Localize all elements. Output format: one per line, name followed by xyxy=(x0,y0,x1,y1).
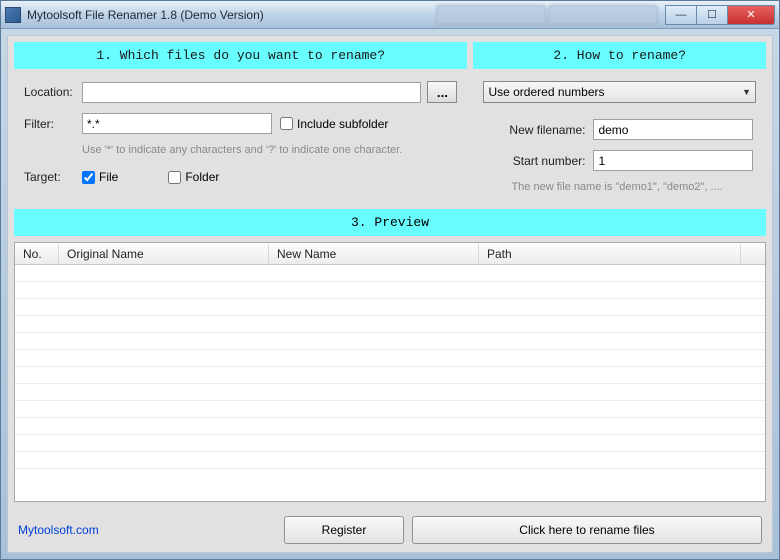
filter-hint: Use '*' to indicate any characters and '… xyxy=(82,144,457,156)
panel-how-rename: 2. How to rename? Use ordered numbers ▼ … xyxy=(473,42,766,203)
rename-button[interactable]: Click here to rename files xyxy=(412,516,762,544)
window-title: Mytoolsoft File Renamer 1.8 (Demo Versio… xyxy=(27,8,436,22)
bottom-bar: Mytoolsoft.com Register Click here to re… xyxy=(8,508,772,552)
app-window: Mytoolsoft File Renamer 1.8 (Demo Versio… xyxy=(0,0,780,560)
table-row xyxy=(15,384,765,401)
table-row xyxy=(15,435,765,452)
start-number-row: Start number: xyxy=(483,150,756,171)
rename-mode-value: Use ordered numbers xyxy=(488,85,604,99)
rename-mode-select[interactable]: Use ordered numbers ▼ xyxy=(483,81,756,103)
content-area: 1. Which files do you want to rename? Lo… xyxy=(7,35,773,553)
filter-input[interactable] xyxy=(82,113,272,134)
target-folder-group: Folder xyxy=(168,170,219,184)
panel1-title: 1. Which files do you want to rename? xyxy=(14,42,467,69)
target-file-label: File xyxy=(99,170,118,184)
new-filename-row: New filename: xyxy=(483,119,756,140)
target-folder-label: Folder xyxy=(185,170,219,184)
include-subfolder-label: Include subfolder xyxy=(297,117,388,131)
preview-grid: No. Original Name New Name Path xyxy=(14,242,766,502)
target-file-checkbox[interactable] xyxy=(82,171,95,184)
table-row xyxy=(15,452,765,469)
target-folder-checkbox[interactable] xyxy=(168,171,181,184)
location-input[interactable] xyxy=(82,82,421,103)
panel1-body: Location: ... Filter: Include subfolder … xyxy=(14,69,467,194)
panel2-title: 2. How to rename? xyxy=(473,42,766,69)
chevron-down-icon: ▼ xyxy=(742,87,751,97)
grid-header: No. Original Name New Name Path xyxy=(15,243,765,265)
target-label: Target: xyxy=(24,170,82,184)
window-controls: — ☐ ✕ xyxy=(666,5,775,25)
filter-row: Filter: Include subfolder xyxy=(24,113,457,134)
col-no[interactable]: No. xyxy=(15,244,59,264)
minimize-button[interactable]: — xyxy=(665,5,697,25)
table-row xyxy=(15,316,765,333)
location-label: Location: xyxy=(24,85,82,99)
table-row xyxy=(15,401,765,418)
panel-which-files: 1. Which files do you want to rename? Lo… xyxy=(14,42,467,203)
maximize-button[interactable]: ☐ xyxy=(696,5,728,25)
table-row xyxy=(15,265,765,282)
filter-label: Filter: xyxy=(24,117,82,131)
titlebar: Mytoolsoft File Renamer 1.8 (Demo Versio… xyxy=(1,1,779,29)
bg-tab xyxy=(548,5,658,25)
table-row xyxy=(15,282,765,299)
include-subfolder-checkbox[interactable] xyxy=(280,117,293,130)
location-row: Location: ... xyxy=(24,81,457,103)
table-row xyxy=(15,367,765,384)
target-file-group: File xyxy=(82,170,118,184)
website-link[interactable]: Mytoolsoft.com xyxy=(18,523,276,537)
col-original[interactable]: Original Name xyxy=(59,244,269,264)
register-button[interactable]: Register xyxy=(284,516,404,544)
close-button[interactable]: ✕ xyxy=(727,5,775,25)
start-number-input[interactable] xyxy=(593,150,753,171)
new-filename-input[interactable] xyxy=(593,119,753,140)
col-new[interactable]: New Name xyxy=(269,244,479,264)
grid-body[interactable] xyxy=(15,265,765,501)
app-icon xyxy=(5,7,21,23)
preview-section: 3. Preview No. Original Name New Name Pa… xyxy=(8,209,772,508)
background-tabs xyxy=(436,5,658,25)
table-row xyxy=(15,350,765,367)
bg-tab xyxy=(436,5,546,25)
table-row xyxy=(15,333,765,350)
table-row xyxy=(15,299,765,316)
table-row xyxy=(15,418,765,435)
panel2-body: Use ordered numbers ▼ New filename: Star… xyxy=(473,69,766,203)
col-path[interactable]: Path xyxy=(479,244,741,264)
browse-button[interactable]: ... xyxy=(427,81,457,103)
preview-title: 3. Preview xyxy=(14,209,766,236)
new-filename-label: New filename: xyxy=(483,123,593,137)
start-number-label: Start number: xyxy=(483,154,593,168)
top-panels: 1. Which files do you want to rename? Lo… xyxy=(8,36,772,209)
target-row: Target: File Folder xyxy=(24,170,457,184)
col-end xyxy=(741,251,765,257)
rename-hint: The new file name is "demo1", "demo2", .… xyxy=(511,181,756,193)
